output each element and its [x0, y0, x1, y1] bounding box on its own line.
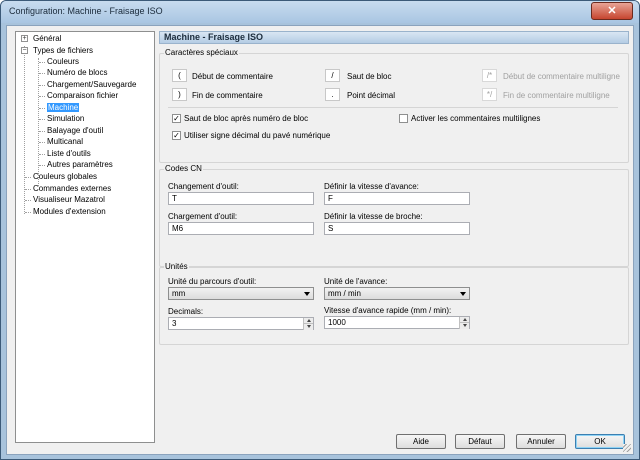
settings-tree[interactable]: + Général − Types de fichiers Couleurs N… — [15, 31, 155, 443]
tree-item-label: Machine — [47, 103, 80, 112]
decimal-point-label: Point décimal — [347, 91, 396, 100]
tool-change-input[interactable]: T — [168, 192, 314, 205]
tree-item-other-params[interactable]: Autres paramètres — [47, 159, 113, 170]
multiline-comment-end-key: */ — [482, 88, 497, 101]
numpad-decimal-checkbox[interactable]: ✓ — [172, 131, 181, 140]
feed-rate-input[interactable]: F — [324, 192, 470, 205]
multiline-comments-checkbox[interactable] — [399, 114, 408, 123]
feed-rate-label: Définir la vitesse d'avance: — [324, 182, 419, 191]
decimals-spinner[interactable]: 3 — [168, 317, 314, 330]
tree-item-machine[interactable]: Machine — [47, 102, 80, 113]
resize-grip-icon[interactable] — [623, 444, 631, 452]
feed-unit-label: Unité de l'avance: — [324, 277, 388, 286]
rapid-feed-label: Vitesse d'avance rapide (mm / min): — [324, 306, 452, 315]
tree-item-label: Général — [33, 34, 62, 43]
feed-unit-select[interactable]: mm / min — [324, 287, 470, 300]
tree-item-label: Couleurs globales — [33, 172, 98, 181]
comment-start-label: Début de commentaire — [192, 72, 273, 81]
decimals-label: Decimals: — [168, 307, 204, 316]
tool-change-label: Changement d'outil: — [168, 182, 239, 191]
tree-item-label: Multicanal — [47, 137, 84, 146]
tree-item-label: Chargement/Sauvegarde — [47, 80, 137, 89]
tree-item-label: Modules d'extension — [33, 207, 106, 216]
tree-item-label: Types de fichiers — [33, 46, 94, 55]
block-skip-after-number-checkbox[interactable]: ✓ — [172, 114, 181, 123]
tree-item-file-compare[interactable]: Comparaison fichier — [47, 90, 118, 101]
title-bar[interactable]: Configuration: Machine - Fraisage ISO ✕ — [1, 1, 639, 23]
collapse-icon[interactable]: − — [21, 47, 28, 54]
units-group: Unités Unité du parcours d'outil: mm Uni… — [159, 262, 629, 345]
spin-down-icon[interactable] — [459, 323, 469, 329]
settings-panel: Machine - Fraisage ISO Caractères spécia… — [159, 31, 629, 421]
group-title: Unités — [164, 262, 189, 271]
multiline-comment-start-label: Début de commentaire multiligne — [503, 72, 620, 81]
special-chars-group: Caractères spéciaux ( Début de commentai… — [159, 48, 629, 163]
spindle-speed-label: Définir la vitesse de broche: — [324, 212, 423, 221]
dialog-client: + Général − Types de fichiers Couleurs N… — [6, 25, 634, 455]
tree-item-label: Balayage d'outil — [47, 126, 104, 135]
default-button[interactable]: Défaut — [455, 434, 505, 449]
ok-button[interactable]: OK — [575, 434, 625, 449]
checkbox-label: Utiliser signe décimal du pavé numérique — [184, 131, 331, 140]
group-title: Codes CN — [164, 164, 203, 173]
dropdown-arrow-icon — [460, 292, 466, 296]
tree-item-load-save[interactable]: Chargement/Sauvegarde — [47, 79, 136, 90]
tree-item-label: Numéro de blocs — [47, 68, 108, 77]
tree-item-file-types[interactable]: Types de fichiers — [33, 45, 93, 56]
tree-item-block-numbers[interactable]: Numéro de blocs — [47, 67, 107, 78]
comment-start-key[interactable]: ( — [172, 69, 187, 82]
tree-item-tool-sweep[interactable]: Balayage d'outil — [47, 125, 103, 136]
tree-item-external-commands[interactable]: Commandes externes — [33, 183, 111, 194]
comment-end-label: Fin de commentaire — [192, 91, 263, 100]
rapid-feed-spinner[interactable]: 1000 — [324, 316, 470, 329]
dialog-window: Configuration: Machine - Fraisage ISO ✕ … — [0, 0, 640, 460]
window-title: Configuration: Machine - Fraisage ISO — [9, 6, 163, 16]
decimal-point-key[interactable]: . — [325, 88, 340, 101]
multiline-comment-start-key: /* — [482, 69, 497, 82]
spin-down-icon[interactable] — [303, 324, 313, 330]
block-skip-key[interactable]: / — [325, 69, 340, 82]
tree-item-colors[interactable]: Couleurs — [47, 56, 79, 67]
dropdown-arrow-icon — [304, 292, 310, 296]
close-icon[interactable]: ✕ — [591, 2, 633, 20]
select-value: mm / min — [328, 289, 361, 298]
group-title: Caractères spéciaux — [164, 48, 239, 57]
tree-item-mazatrol-viewer[interactable]: Visualiseur Mazatrol — [33, 194, 105, 205]
comment-end-key[interactable]: ) — [172, 88, 187, 101]
block-skip-label: Saut de bloc — [347, 72, 392, 81]
tool-load-input[interactable]: M6 — [168, 222, 314, 235]
tree-item-global-colors[interactable]: Couleurs globales — [33, 171, 97, 182]
help-button[interactable]: Aide — [396, 434, 446, 449]
tool-path-unit-label: Unité du parcours d'outil: — [168, 277, 257, 286]
tree-item-label: Simulation — [47, 114, 85, 123]
tree-item-label: Autres paramètres — [47, 160, 113, 169]
divider — [168, 107, 618, 108]
spindle-speed-input[interactable]: S — [324, 222, 470, 235]
tree-item-label: Commandes externes — [33, 184, 112, 193]
expand-icon[interactable]: + — [21, 35, 28, 42]
checkbox-label: Activer les commentaires multilignes — [411, 114, 541, 123]
tree-item-plugins[interactable]: Modules d'extension — [33, 206, 106, 217]
multiline-comment-end-label: Fin de commentaire multiligne — [503, 91, 610, 100]
tree-item-general[interactable]: Général — [33, 33, 61, 44]
checkbox-label: Saut de bloc après numéro de bloc — [184, 114, 309, 123]
select-value: mm — [172, 289, 186, 298]
tree-item-multichannel[interactable]: Multicanal — [47, 136, 83, 147]
tree-item-tool-list[interactable]: Liste d'outils — [47, 148, 91, 159]
tree-item-label: Visualiseur Mazatrol — [33, 195, 105, 204]
panel-title: Machine - Fraisage ISO — [159, 31, 629, 44]
tree-line — [38, 58, 39, 186]
tree-item-label: Comparaison fichier — [47, 91, 119, 100]
nc-codes-group: Codes CN Changement d'outil: T Définir l… — [159, 164, 629, 267]
spinner-value: 1000 — [328, 318, 346, 327]
tree-item-label: Liste d'outils — [47, 149, 91, 158]
spinner-value: 3 — [172, 319, 177, 328]
tree-item-label: Couleurs — [47, 57, 80, 66]
cancel-button[interactable]: Annuler — [516, 434, 566, 449]
tree-item-simulation[interactable]: Simulation — [47, 113, 84, 124]
tool-path-unit-select[interactable]: mm — [168, 287, 314, 300]
tool-load-label: Chargement d'outil: — [168, 212, 238, 221]
